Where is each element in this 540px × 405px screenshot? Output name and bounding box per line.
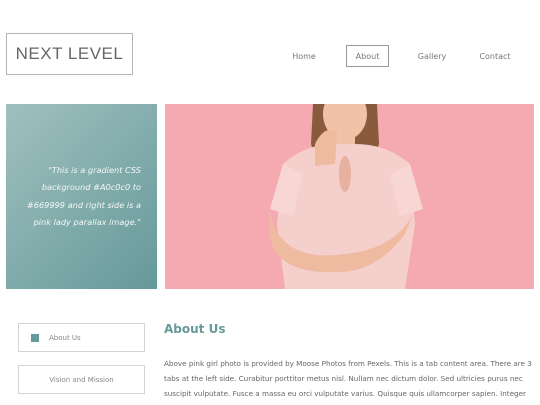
- tab-vision-and-mission[interactable]: Vision and Mission: [18, 365, 145, 394]
- tab-about-us[interactable]: About Us: [18, 323, 145, 352]
- main-nav: Home About Gallery Contact: [0, 0, 540, 110]
- nav-home[interactable]: Home: [285, 45, 323, 67]
- tab-vision-label: Vision and Mission: [49, 375, 114, 384]
- nav-contact[interactable]: Contact: [475, 45, 515, 67]
- active-tab-indicator: [31, 333, 39, 342]
- gradient-quote-panel: "This is a gradient CSS background #A0c0…: [6, 104, 157, 289]
- content-text: Above pink girl photo is provided by Moo…: [164, 359, 532, 405]
- hero-quote: "This is a gradient CSS background #A0c0…: [26, 164, 141, 228]
- nav-gallery[interactable]: Gallery: [412, 45, 452, 67]
- tab-about-us-label: About Us: [49, 333, 81, 342]
- pink-lady-photo: [165, 104, 534, 289]
- content-title: About Us: [164, 322, 226, 336]
- woman-illustration: [165, 104, 534, 289]
- nav-about[interactable]: About: [346, 45, 389, 67]
